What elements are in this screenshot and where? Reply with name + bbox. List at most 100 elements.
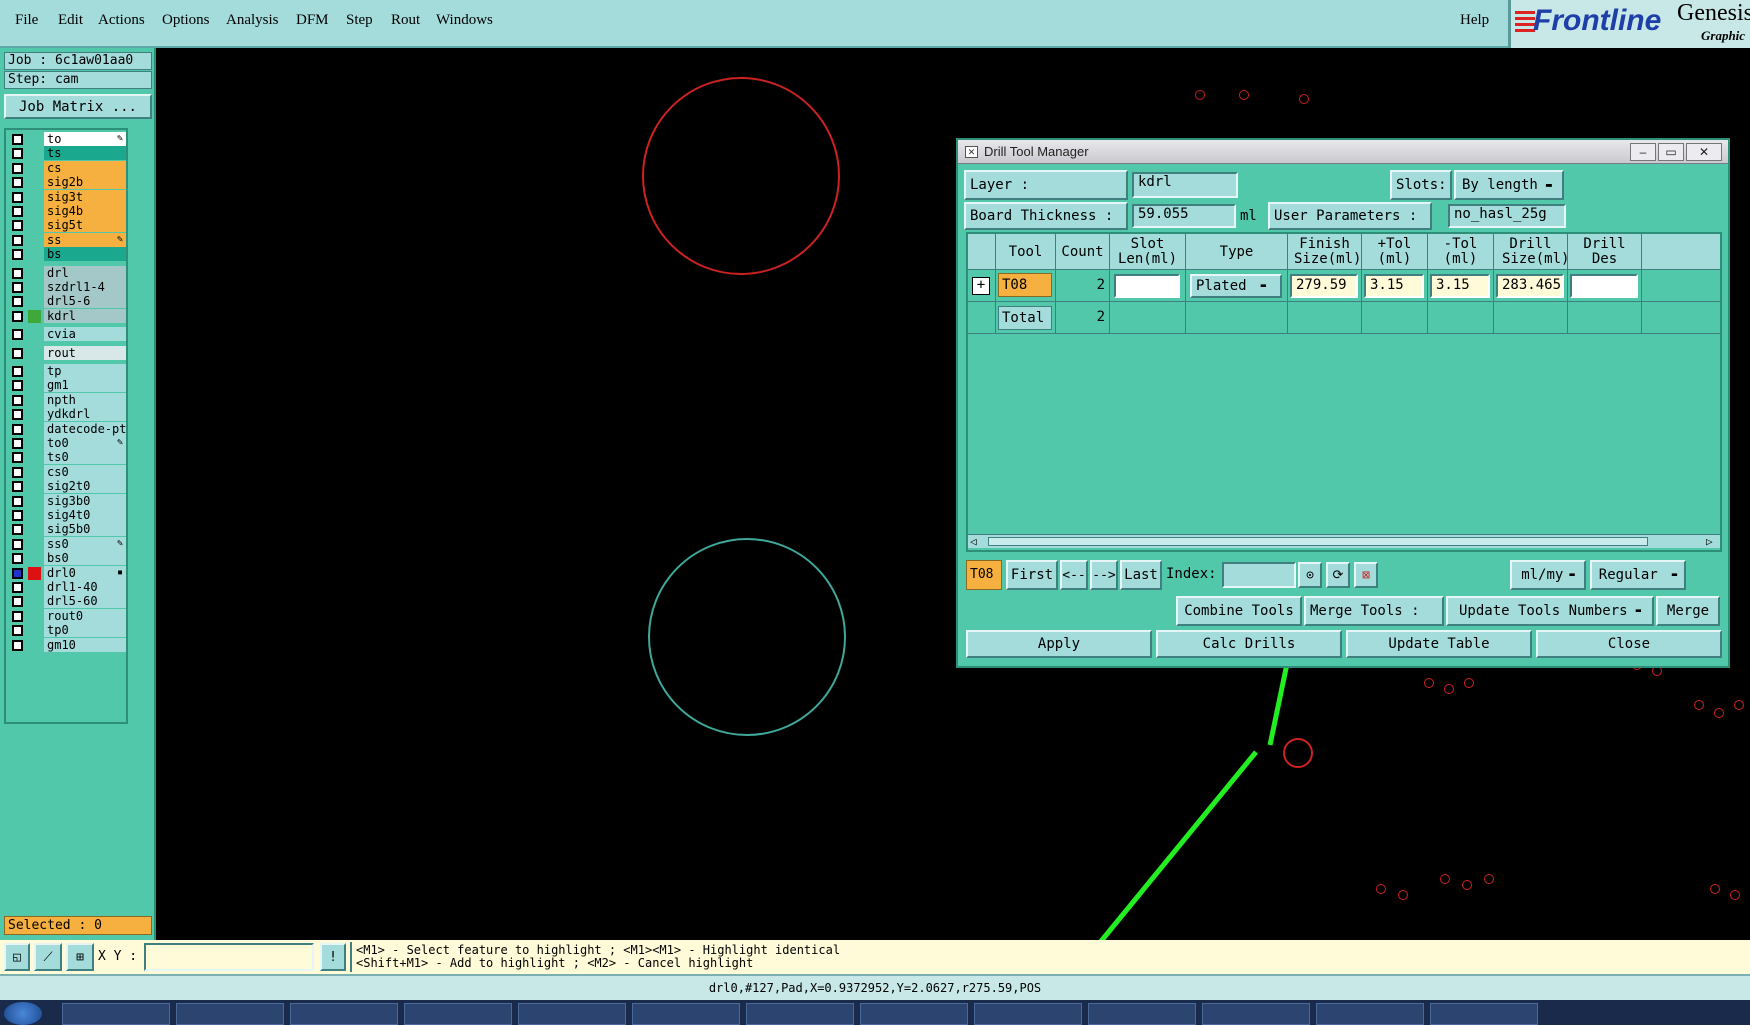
snap-icon[interactable]: ◱ <box>4 943 30 971</box>
minimize-button[interactable]: – <box>1630 143 1656 161</box>
layer-row-bs0[interactable]: bs0 <box>6 551 126 566</box>
layer-checkbox[interactable] <box>12 438 23 449</box>
layer-color-swatch[interactable] <box>28 379 41 392</box>
menu-rout[interactable]: Rout <box>391 12 420 29</box>
layer-color-swatch[interactable] <box>28 267 41 280</box>
taskbar-app[interactable] <box>62 1003 170 1025</box>
close-button[interactable]: Close <box>1536 630 1722 658</box>
taskbar-app[interactable] <box>632 1003 740 1025</box>
layer-row-bs[interactable]: bs <box>6 247 126 262</box>
delete-icon[interactable]: ⊠ <box>1354 562 1378 588</box>
layer-color-swatch[interactable] <box>28 365 41 378</box>
layer-checkbox[interactable] <box>12 639 23 651</box>
layer-row-cs[interactable]: cs <box>6 160 126 176</box>
layer-checkbox[interactable] <box>12 329 23 341</box>
update-table-button[interactable]: Update Table <box>1346 630 1532 658</box>
update-tools-numbers-dropdown[interactable]: Update Tools Numbers ▬ <box>1446 596 1654 626</box>
layer-color-swatch[interactable] <box>28 191 41 204</box>
layer-checkbox[interactable] <box>12 206 23 217</box>
layer-color-swatch[interactable] <box>28 309 41 323</box>
taskbar-app[interactable] <box>974 1003 1082 1025</box>
layer-checkbox[interactable] <box>12 177 23 189</box>
layer-row-ts0[interactable]: ts0 <box>6 450 126 465</box>
layer-color-swatch[interactable] <box>28 466 41 479</box>
layer-row-cvia[interactable]: cvia <box>6 327 126 342</box>
taskbar-app[interactable] <box>518 1003 626 1025</box>
layer-color-swatch[interactable] <box>28 581 41 594</box>
layer-color-swatch[interactable] <box>28 595 41 608</box>
menu-step[interactable]: Step <box>346 12 373 29</box>
taskbar-app[interactable] <box>1316 1003 1424 1025</box>
layer-checkbox[interactable] <box>12 249 23 261</box>
layer-checkbox[interactable] <box>12 466 23 478</box>
layer-color-swatch[interactable] <box>28 133 41 146</box>
layer-row-sig5b0[interactable]: sig5b0 <box>6 522 126 537</box>
layer-color-swatch[interactable] <box>28 639 41 652</box>
drill-des-input[interactable] <box>1570 274 1638 298</box>
taskbar-app[interactable] <box>1430 1003 1538 1025</box>
mode-dropdown[interactable]: Regular ▬ <box>1590 560 1686 590</box>
layer-checkbox[interactable] <box>12 220 23 232</box>
layer-color-swatch[interactable] <box>28 552 41 565</box>
locate-icon[interactable]: ⊙ <box>1298 562 1322 588</box>
layer-row-to[interactable]: to ✎ <box>6 132 126 147</box>
taskbar-app[interactable] <box>746 1003 854 1025</box>
menu-options[interactable]: Options <box>162 12 210 29</box>
menu-windows[interactable]: Windows <box>436 12 493 29</box>
drill-size-input[interactable]: 283.465 <box>1496 274 1564 298</box>
menu-file[interactable]: File <box>15 12 38 29</box>
layer-checkbox[interactable] <box>12 134 23 145</box>
layer-row-cs0[interactable]: cs0 <box>6 464 126 480</box>
layer-row-sig4b[interactable]: sig4b <box>6 204 126 219</box>
layer-checkbox[interactable] <box>12 296 23 308</box>
layer-checkbox[interactable] <box>12 524 23 536</box>
combine-tools-button[interactable]: Combine Tools <box>1176 596 1302 626</box>
layer-row-sig5t[interactable]: sig5t <box>6 218 126 233</box>
layer-checkbox[interactable] <box>12 409 23 421</box>
drill-pad-small[interactable] <box>1283 738 1313 768</box>
slot-len-input[interactable] <box>1114 274 1180 298</box>
layer-color-swatch[interactable] <box>28 176 41 189</box>
layer-checkbox[interactable] <box>12 610 23 622</box>
layer-color-swatch[interactable] <box>28 162 41 175</box>
finish-size-input[interactable]: 279.59 <box>1290 274 1358 298</box>
layer-color-swatch[interactable] <box>28 451 41 464</box>
units-dropdown[interactable]: ml/my ▬ <box>1510 560 1586 590</box>
layer-color-swatch[interactable] <box>28 347 41 360</box>
layer-color-swatch[interactable] <box>28 295 41 308</box>
layer-checkbox[interactable] <box>12 267 23 279</box>
layer-color-swatch[interactable] <box>28 624 41 637</box>
layer-color-swatch[interactable] <box>28 408 41 421</box>
index-input[interactable] <box>1222 562 1296 588</box>
layer-checkbox[interactable] <box>12 567 23 579</box>
layer-checkbox[interactable] <box>12 538 23 550</box>
slots-dropdown[interactable]: By length ▬ <box>1454 170 1564 200</box>
info-icon[interactable]: ! <box>320 943 346 971</box>
layer-color-swatch[interactable] <box>28 219 41 232</box>
next-button[interactable]: --> <box>1090 560 1118 590</box>
layer-checkbox[interactable] <box>12 148 23 160</box>
type-dropdown[interactable]: Plated ▬ <box>1190 274 1282 298</box>
taskbar-app[interactable] <box>860 1003 968 1025</box>
measure-icon[interactable]: ⟋ <box>34 943 62 971</box>
plus-tol-input[interactable]: 3.15 <box>1364 274 1424 298</box>
layer-color-swatch[interactable] <box>28 248 41 261</box>
layer-color-swatch[interactable] <box>28 281 41 294</box>
table-row[interactable]: + <box>968 270 996 302</box>
layer-checkbox[interactable] <box>12 347 23 359</box>
layer-color-swatch[interactable] <box>28 480 41 493</box>
apply-button[interactable]: Apply <box>966 630 1152 658</box>
user-parameters-field[interactable]: no_hasl_25g <box>1448 204 1566 228</box>
layer-color-swatch[interactable] <box>28 523 41 536</box>
prev-button[interactable]: <-- <box>1060 560 1088 590</box>
layer-checkbox[interactable] <box>12 191 23 203</box>
layer-checkbox[interactable] <box>12 452 23 464</box>
xy-input[interactable] <box>144 943 314 971</box>
layer-row-ss[interactable]: ss ✎ <box>6 232 126 248</box>
layer-row-ts[interactable]: ts <box>6 146 126 161</box>
layer-checkbox[interactable] <box>12 481 23 493</box>
layer-color-swatch[interactable] <box>28 205 41 218</box>
layer-checkbox[interactable] <box>12 282 23 293</box>
taskbar-app[interactable] <box>404 1003 512 1025</box>
layer-row-tp[interactable]: tp <box>6 364 126 379</box>
